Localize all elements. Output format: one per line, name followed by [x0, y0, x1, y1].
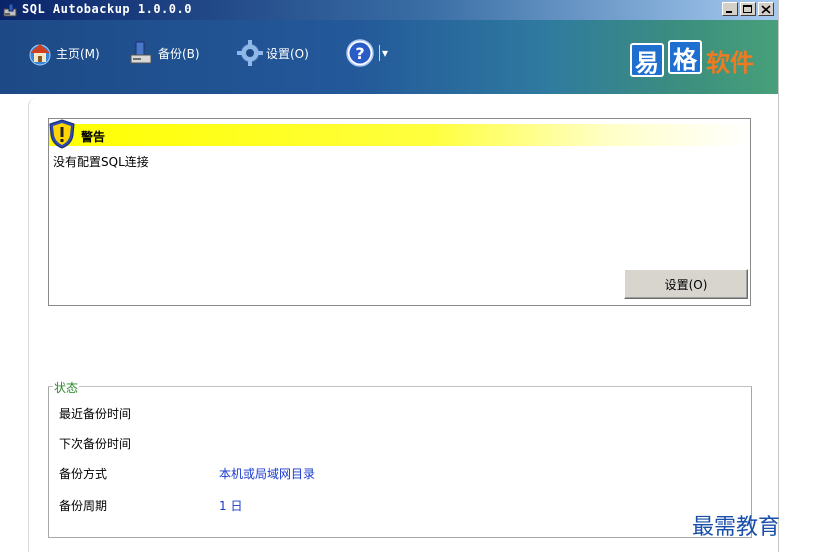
status-legend: 状态: [53, 379, 80, 396]
minimize-icon: [726, 11, 732, 13]
toolbar: 主页(M) 备份(B) 设置(O) ? ▾ 易 格 软件: [0, 20, 778, 94]
close-button[interactable]: [758, 2, 774, 16]
app-window: SQL Autobackup 1.0.0.0 主页(M) 备份(B) 设置(O)…: [0, 0, 779, 552]
backup-icon: [130, 41, 152, 64]
status-value: 本机或局域网目录: [219, 467, 316, 481]
status-group: 状态 最近备份时间 下次备份时间 备份方式 本机或局域网目录 备份周期 1 日: [48, 379, 752, 538]
logo-char-3: 软件: [706, 48, 754, 77]
app-icon: [3, 3, 17, 17]
settings-button[interactable]: 设置(O): [236, 38, 309, 68]
warning-panel: 警告 没有配置SQL连接 设置(O): [48, 118, 751, 306]
minimize-button[interactable]: [722, 2, 738, 16]
window-controls: [722, 2, 774, 18]
help-button[interactable]: ? ▾: [345, 38, 388, 68]
title-bar: SQL Autobackup 1.0.0.0: [0, 0, 778, 20]
logo-char-2: 格: [668, 40, 702, 74]
status-label: 备份方式: [59, 467, 108, 481]
backup-button[interactable]: 备份(B): [128, 38, 200, 68]
home-label: 主页(M): [56, 46, 100, 61]
maximize-button[interactable]: [740, 2, 756, 16]
warning-header: 警告: [49, 119, 750, 149]
help-separator: [379, 45, 380, 61]
maximize-icon: [743, 5, 752, 13]
svg-text:?: ?: [355, 44, 364, 63]
chevron-down-icon[interactable]: ▾: [382, 46, 388, 60]
warning-message: 没有配置SQL连接: [53, 155, 149, 169]
home-button[interactable]: 主页(M): [26, 38, 100, 68]
status-label: 下次备份时间: [59, 437, 132, 451]
settings-label: 设置(O): [266, 46, 309, 61]
brand-logo: 易 格 软件: [630, 40, 754, 79]
warning-shield-icon: [49, 119, 75, 149]
gear-icon: [237, 40, 263, 66]
home-icon: [29, 44, 51, 66]
watermark-text: 最需教育: [692, 515, 781, 540]
logo-char-1: 易: [630, 43, 664, 77]
close-icon: [761, 5, 771, 14]
warning-title: 警告: [81, 130, 106, 144]
status-label: 备份周期: [59, 499, 108, 513]
help-icon: ?: [346, 39, 374, 67]
status-value: 1 日: [219, 499, 243, 513]
backup-label: 备份(B): [158, 46, 200, 61]
status-label: 最近备份时间: [59, 407, 132, 421]
setup-button[interactable]: 设置(O): [624, 269, 748, 299]
window-title: SQL Autobackup 1.0.0.0: [22, 2, 192, 16]
